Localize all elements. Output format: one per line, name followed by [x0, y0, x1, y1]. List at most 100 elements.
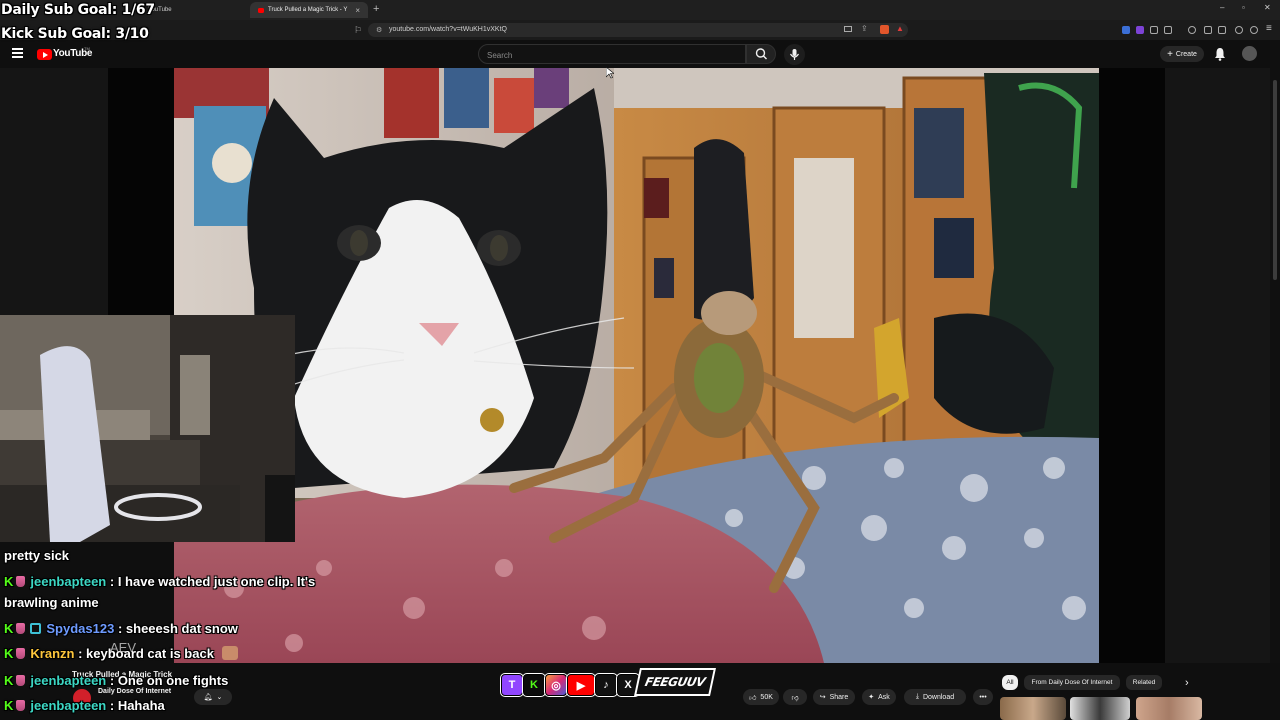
- chip-related[interactable]: Related: [1126, 675, 1162, 690]
- download-label: Download: [922, 693, 955, 701]
- notifications-bell-icon[interactable]: [1214, 47, 1226, 66]
- create-label: Create: [1175, 50, 1197, 58]
- kick-badge-icon: K: [4, 574, 14, 589]
- daily-sub-goal: Daily Sub Goal: 1/67: [1, 2, 155, 18]
- chat-username[interactable]: jeenbapteen: [30, 698, 106, 713]
- right-background: [1165, 68, 1270, 663]
- chat-message: Kjeenbapteen : One on one fights: [4, 672, 228, 689]
- dislike-button[interactable]: 👎︎: [783, 689, 807, 705]
- media-icon[interactable]: [1188, 26, 1196, 34]
- bookmark-icon[interactable]: ⚐: [354, 25, 362, 36]
- bell-icon: 🔔︎: [203, 694, 213, 701]
- wallet-icon[interactable]: [1235, 26, 1243, 34]
- create-button[interactable]: + Create: [1160, 46, 1204, 62]
- chip-from-channel[interactable]: From Daily Dose Of Internet: [1024, 675, 1120, 690]
- site-info-icon[interactable]: ⚙: [376, 26, 382, 34]
- close-window-icon[interactable]: ✕: [1264, 3, 1271, 12]
- video-watermark: AEV: [110, 640, 137, 655]
- chip-all[interactable]: All: [1002, 675, 1018, 690]
- close-tab-icon[interactable]: ×: [355, 6, 360, 15]
- chat-message-text: : sheeesh dat snow: [117, 621, 238, 636]
- restore-icon[interactable]: ▫: [1242, 3, 1245, 12]
- chat-username[interactable]: jeenbapteen: [30, 574, 106, 589]
- like-button[interactable]: 👍︎ 50K: [743, 689, 779, 705]
- search-icon: [755, 48, 767, 60]
- minimize-icon[interactable]: –: [1220, 3, 1224, 12]
- chevron-down-icon: ⌄: [216, 694, 223, 701]
- search-button[interactable]: [746, 44, 776, 64]
- rewards-icon[interactable]: ▲: [896, 24, 904, 33]
- tab-title: Truck Pulled a Magic Trick - Y: [268, 7, 348, 13]
- tab-manager-icon[interactable]: [1218, 26, 1226, 34]
- download-button[interactable]: ⤓ Download: [904, 689, 966, 705]
- sparkle-icon: ✦: [868, 694, 875, 701]
- related-video-thumbnail[interactable]: [1000, 697, 1066, 720]
- microphone-icon: [790, 49, 799, 60]
- extension-icon[interactable]: [1150, 26, 1158, 34]
- menu-icon[interactable]: ≡: [1266, 23, 1272, 34]
- chat-message: Kjeenbapteen : Hahaha: [4, 697, 165, 714]
- chevron-right-icon[interactable]: ›: [1185, 677, 1189, 689]
- share-button[interactable]: ↪ Share: [813, 689, 855, 705]
- plus-icon: +: [1167, 48, 1173, 60]
- chat-message: pretty sick: [4, 547, 69, 564]
- tiktok-icon: ♪: [595, 674, 617, 696]
- scrollbar-thumb[interactable]: [1273, 80, 1277, 280]
- channel-name[interactable]: Daily Dose Of Internet: [98, 688, 171, 695]
- share-page-icon[interactable]: ⇪: [861, 24, 868, 33]
- browser-tab-active[interactable]: Truck Pulled a Magic Trick - Y ×: [250, 2, 368, 18]
- chat-username[interactable]: Spydas123: [46, 621, 114, 636]
- thumbs-up-icon: 👍︎: [749, 694, 757, 702]
- search-input[interactable]: [485, 45, 739, 65]
- chat-username[interactable]: jeenbapteen: [30, 673, 106, 688]
- kick-badge-icon: K: [4, 698, 14, 713]
- chat-username[interactable]: Kranzn: [30, 646, 74, 661]
- extension-icon[interactable]: [1136, 26, 1144, 34]
- kick-icon: K: [523, 674, 545, 696]
- new-tab-icon[interactable]: +: [373, 3, 379, 15]
- subscriber-badge-icon: [16, 700, 26, 711]
- youtube-logo-play-icon: [43, 52, 48, 58]
- more-horizontal-icon: •••: [979, 693, 987, 701]
- chat-message-text: brawling anime: [4, 595, 99, 610]
- profile-icon[interactable]: [1250, 26, 1258, 34]
- kick-badge-icon: K: [4, 673, 14, 688]
- ask-label: Ask: [878, 693, 890, 701]
- webcam-frame: [0, 315, 295, 542]
- share-icon: ↪: [819, 694, 826, 701]
- webcam-overlay: [0, 315, 295, 542]
- chat-message-text: : I have watched just one clip. It's: [109, 574, 316, 589]
- subscriber-badge-icon: [16, 576, 26, 587]
- youtube-favicon-icon: [258, 7, 264, 13]
- cast-icon[interactable]: [844, 26, 852, 32]
- mouse-cursor-icon: [605, 66, 615, 84]
- brave-shield-icon[interactable]: [880, 25, 889, 34]
- youtube-logo-tm: TM: [84, 46, 90, 51]
- more-actions-button[interactable]: •••: [973, 689, 993, 705]
- chat-message: Kjeenbapteen : I have watched just one c…: [4, 573, 315, 590]
- share-label: Share: [829, 693, 849, 701]
- notification-bell-button[interactable]: 🔔︎ ⌄: [194, 689, 232, 705]
- avatar[interactable]: [1242, 46, 1257, 61]
- related-video-thumbnail[interactable]: [1136, 697, 1202, 720]
- related-video-thumbnail[interactable]: [1070, 697, 1130, 720]
- kick-badge-icon: K: [4, 621, 14, 636]
- thumbs-down-icon: 👎︎: [791, 694, 799, 702]
- search-box[interactable]: [478, 44, 746, 65]
- brand-logo-text: FEEGUUV: [643, 675, 707, 689]
- voice-search-button[interactable]: [784, 44, 805, 65]
- extension-icon[interactable]: [1122, 26, 1130, 34]
- video-letterbox-right: [1099, 68, 1165, 663]
- like-count: 50K: [760, 693, 773, 701]
- brand-logo: FEEGUUV: [634, 668, 716, 696]
- cat-emote-icon: [221, 646, 238, 660]
- left-background: [0, 68, 108, 315]
- video-letterbox-left: [108, 68, 174, 315]
- chat-message-text: : One on one fights: [109, 673, 229, 688]
- instagram-icon: ◎: [545, 674, 567, 696]
- youtube-icon: ▶: [567, 674, 595, 696]
- ask-button[interactable]: ✦ Ask: [862, 689, 896, 705]
- sidebar-icon[interactable]: [1204, 26, 1212, 34]
- extension-icon[interactable]: [1164, 26, 1172, 34]
- hamburger-menu-icon[interactable]: [12, 48, 23, 58]
